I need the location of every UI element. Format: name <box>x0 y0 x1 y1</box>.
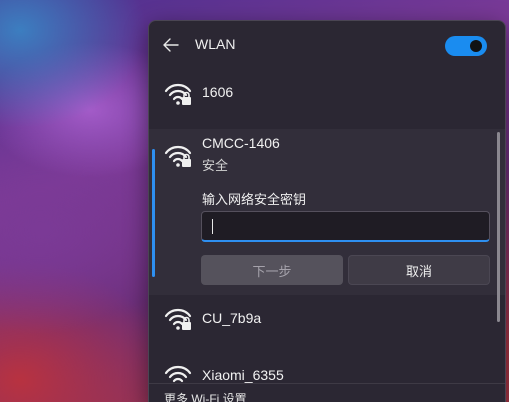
network-item[interactable]: Xiaomi_6355 <box>149 355 505 383</box>
security-key-label: 输入网络安全密钥 <box>202 192 307 207</box>
network-item[interactable]: 1606 <box>149 69 505 117</box>
network-item[interactable]: CU_7b9a <box>149 295 505 343</box>
network-list: 1606 CMCC-1406 安全 输入网络安全密钥 下一步 取消 CU_7b9… <box>149 69 505 383</box>
more-wifi-settings-link[interactable]: 更多 Wi-Fi 设置 <box>164 390 247 402</box>
security-key-input[interactable] <box>201 211 490 242</box>
text-caret <box>212 219 213 234</box>
toggle-knob <box>470 40 482 52</box>
wifi-secured-icon <box>164 308 192 330</box>
wifi-secured-icon <box>164 365 192 383</box>
network-name: CU_7b9a <box>202 310 262 326</box>
scrollbar[interactable] <box>497 132 500 322</box>
network-item-cmcc[interactable]: CMCC-1406 安全 <box>149 129 505 179</box>
cancel-button[interactable]: 取消 <box>348 255 490 285</box>
wlan-flyout: WLAN 1606 CMCC-1406 安全 输入网络安全密钥 下一步 取消 C… <box>148 20 506 402</box>
flyout-header: WLAN <box>149 21 505 69</box>
network-name: Xiaomi_6355 <box>202 367 284 383</box>
back-button[interactable] <box>161 35 181 55</box>
arrow-left-icon <box>163 38 179 52</box>
next-button[interactable]: 下一步 <box>201 255 343 285</box>
page-title: WLAN <box>195 36 236 52</box>
network-name: 1606 <box>202 84 234 100</box>
network-name: CMCC-1406 <box>202 135 280 151</box>
wifi-secured-icon <box>164 83 192 105</box>
network-status: 安全 <box>202 158 229 173</box>
flyout-footer: 更多 Wi-Fi 设置 <box>149 383 505 402</box>
wlan-toggle[interactable] <box>445 36 487 56</box>
wifi-secured-icon <box>164 145 192 167</box>
